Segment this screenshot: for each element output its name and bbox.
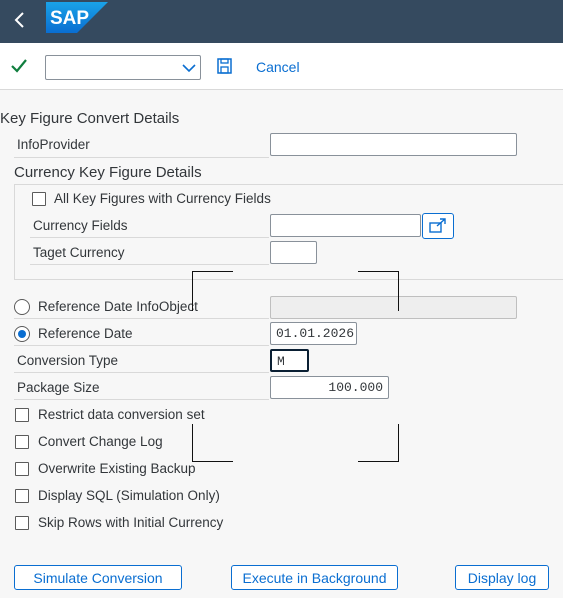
all-key-figures-label: All Key Figures with Currency Fields <box>54 191 271 206</box>
infoprovider-label: InfoProvider <box>17 137 90 152</box>
target-currency-label: Taget Currency <box>33 245 125 260</box>
form-title: Key Figure Convert Details <box>0 110 180 127</box>
value-help-button[interactable] <box>422 213 454 239</box>
skip-initial-currency-checkbox[interactable] <box>15 516 29 530</box>
infoprovider-input[interactable] <box>270 133 517 156</box>
restrict-data-label: Restrict data conversion set <box>38 407 205 422</box>
overwrite-backup-label: Overwrite Existing Backup <box>38 461 196 476</box>
back-icon[interactable] <box>8 7 30 33</box>
ref-date-infoobject-label: Reference Date InfoObject <box>38 299 198 314</box>
focus-frame-bottom-right <box>358 424 399 462</box>
execute-background-button[interactable]: Execute in Background <box>231 565 398 590</box>
ref-date-label: Reference Date <box>38 326 133 341</box>
chevron-down-icon[interactable] <box>180 59 198 77</box>
save-icon[interactable] <box>216 57 234 75</box>
value-help-icon <box>429 218 446 233</box>
convert-change-log-checkbox[interactable] <box>15 435 29 449</box>
display-log-button[interactable]: Display log <box>455 565 549 590</box>
package-size-label: Package Size <box>17 380 100 395</box>
svg-text:SAP: SAP <box>50 8 89 29</box>
all-key-figures-checkbox[interactable] <box>32 192 46 206</box>
currency-section-title: Currency Key Figure Details <box>14 164 202 181</box>
restrict-data-checkbox[interactable] <box>15 408 29 422</box>
convert-change-log-label: Convert Change Log <box>38 434 163 449</box>
currency-fields-label: Currency Fields <box>33 218 128 233</box>
package-size-input[interactable]: 100.000 <box>270 376 389 399</box>
simulate-conversion-button[interactable]: Simulate Conversion <box>14 565 182 590</box>
overwrite-backup-checkbox[interactable] <box>15 462 29 476</box>
target-currency-input[interactable] <box>270 241 317 264</box>
ref-date-input[interactable]: 01.01.2026 <box>270 322 357 345</box>
focus-frame-bottom-left <box>192 424 233 462</box>
skip-initial-currency-label: Skip Rows with Initial Currency <box>38 515 224 530</box>
checkmark-icon[interactable] <box>10 57 28 75</box>
conversion-type-label: Conversion Type <box>17 353 119 368</box>
focus-frame-top-right <box>358 271 399 311</box>
sap-logo: SAP <box>46 2 108 33</box>
display-sql-label: Display SQL (Simulation Only) <box>38 488 220 503</box>
conversion-type-input[interactable]: M <box>270 349 309 372</box>
cancel-button[interactable]: Cancel <box>256 59 300 75</box>
currency-fields-input[interactable] <box>270 214 421 237</box>
focus-frame-top-left <box>192 271 233 311</box>
display-sql-checkbox[interactable] <box>15 489 29 503</box>
command-field[interactable] <box>45 55 201 80</box>
